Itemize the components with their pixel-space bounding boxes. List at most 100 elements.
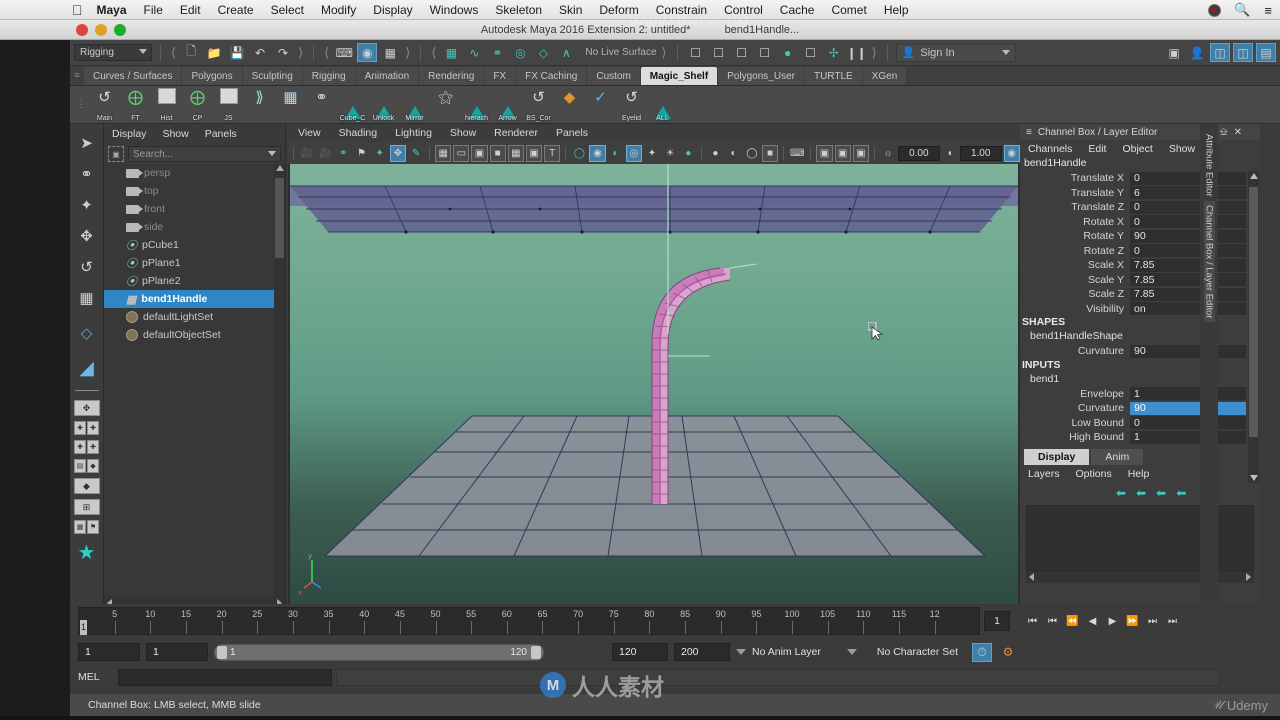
attr-row-low-bound[interactable]: Low Bound 0 xyxy=(1020,416,1260,431)
shelf-button-orange-diamond[interactable]: ◆ xyxy=(555,88,584,122)
attr-value[interactable]: 1 xyxy=(1130,430,1246,444)
outliner-item-top[interactable]: top xyxy=(104,182,285,200)
minimize-button[interactable] xyxy=(95,24,107,36)
panel-grip-icon[interactable]: ≡ xyxy=(1026,127,1032,138)
step-forward-key-icon[interactable]: ⏭ xyxy=(1144,613,1161,630)
scroll-up-icon[interactable] xyxy=(276,165,284,171)
image-plane-icon[interactable]: ⚑ xyxy=(353,145,369,162)
layer-list[interactable] xyxy=(1026,504,1254,571)
shelf-tab-custom[interactable]: Custom xyxy=(587,67,640,85)
single-perspective-layout[interactable]: ✥ xyxy=(73,400,100,416)
shelf-tab-polygons-user[interactable]: Polygons_User xyxy=(718,67,804,85)
wireframe-icon[interactable]: ◯ xyxy=(571,145,587,162)
outliner-item-defaultlightset[interactable]: defaultLightSet xyxy=(104,308,285,326)
scroll-right-icon[interactable] xyxy=(1246,572,1251,581)
attr-row-envelope[interactable]: Envelope 1 xyxy=(1020,387,1260,402)
attr-value[interactable]: 90 xyxy=(1130,229,1246,243)
gamma-value[interactable]: 1.00 xyxy=(959,145,1002,161)
end-time-field[interactable]: 200 xyxy=(674,643,730,661)
play-forwards-icon[interactable]: ▶ xyxy=(1104,613,1121,630)
outliner-item-defaultobjectset[interactable]: defaultObjectSet xyxy=(104,326,285,344)
two-d-pan-zoom-icon[interactable]: ✥ xyxy=(389,144,406,162)
shelf-grip-icon[interactable]: ≡ xyxy=(70,65,84,85)
select-object-icon[interactable]: ◉ xyxy=(357,43,378,62)
attr-value[interactable]: 0 xyxy=(1130,416,1246,430)
shelf-tab-animation[interactable]: Animation xyxy=(355,67,419,85)
grid-icon[interactable]: ▦ xyxy=(435,144,452,162)
grid-layout-icon[interactable]: ▦ xyxy=(74,520,86,534)
scrollbar-thumb[interactable] xyxy=(1249,187,1258,437)
three-pane-layout[interactable]: ⊞ xyxy=(73,499,100,515)
channel-box-menu-object[interactable]: Object xyxy=(1122,143,1152,155)
playback-end-field[interactable]: 120 xyxy=(612,643,668,661)
attr-row-scale-x[interactable]: Scale X 7.85 xyxy=(1020,258,1260,273)
gamma-icon[interactable]: ◖ xyxy=(942,145,958,162)
shelf-button-hierach[interactable]: hierach xyxy=(462,88,491,122)
render-settings-icon[interactable]: ☐ xyxy=(755,43,775,62)
go-to-end-icon[interactable]: ⏭ xyxy=(1164,613,1181,630)
outliner-item-front[interactable]: front xyxy=(104,200,285,218)
xray-active-components-icon[interactable]: ▣ xyxy=(852,144,869,162)
depth-of-field-icon[interactable]: ■ xyxy=(761,144,779,162)
shaded-wireframe-icon[interactable]: ◎ xyxy=(625,144,642,162)
filter-icon[interactable]: ▣ xyxy=(108,146,124,162)
snap-to-curve-icon[interactable]: ∿ xyxy=(464,43,484,62)
search-icon[interactable]: 🔍 xyxy=(1234,2,1250,18)
new-layer-from-selected-icon[interactable]: ⬅ xyxy=(1136,486,1146,500)
paint-effects-brush-icon[interactable]: ★ xyxy=(74,539,100,565)
shelf-button-cp[interactable]: ⨁ CP xyxy=(183,88,212,122)
go-to-start-icon[interactable]: ⏮ xyxy=(1024,613,1041,630)
menu-item-comet[interactable]: Comet xyxy=(831,3,866,17)
attr-value[interactable]: 7.85 xyxy=(1130,273,1246,287)
viewport-menu-shading[interactable]: Shading xyxy=(339,127,378,139)
layer-next-icon[interactable]: ⬅ xyxy=(1176,486,1186,500)
open-scene-icon[interactable]: 📁 xyxy=(204,43,224,62)
hypergraph-layout[interactable]: ✚ xyxy=(87,440,99,454)
shadows-icon[interactable]: ● xyxy=(680,145,696,162)
command-input[interactable] xyxy=(118,668,332,686)
menu-item-skeleton[interactable]: Skeleton xyxy=(495,3,542,17)
construction-history-icon[interactable]: ☐ xyxy=(686,43,706,62)
redo-icon[interactable]: ↷ xyxy=(273,43,293,62)
attr-row-translate-z[interactable]: Translate Z 0 xyxy=(1020,200,1260,215)
range-slider-track[interactable]: 1 120 xyxy=(214,643,544,661)
zoom-button[interactable] xyxy=(114,24,126,36)
outliner-item-side[interactable]: side xyxy=(104,218,285,236)
tab-display-layers[interactable]: Display xyxy=(1024,448,1090,465)
bookmark-camera-icon[interactable]: ⚭ xyxy=(335,145,351,162)
show-manipulator-tool[interactable]: ◢ xyxy=(74,355,100,381)
scroll-down-icon[interactable] xyxy=(1250,475,1258,481)
outliner-item-pplane2[interactable]: ⦿ pPlane2 xyxy=(104,272,285,290)
undock-icon[interactable]: ⎒ xyxy=(1220,127,1228,138)
single-pane-layout[interactable]: ◆ xyxy=(73,478,100,494)
select-tool[interactable]: ➤ xyxy=(74,130,100,156)
shelf-button-lattice[interactable]: ▦ xyxy=(276,88,305,122)
step-forward-frame-icon[interactable]: ⏩ xyxy=(1124,613,1141,630)
new-layer-icon[interactable]: ⬅ xyxy=(1116,486,1126,500)
resolution-gate-icon[interactable]: ▣ xyxy=(471,144,488,162)
exposure-value[interactable]: 0.00 xyxy=(897,145,940,161)
scroll-left-icon[interactable] xyxy=(1029,572,1034,581)
attr-value-selected[interactable]: 90 xyxy=(1130,401,1246,415)
outliner-persp-layout[interactable]: ✚ xyxy=(74,440,86,454)
range-end-handle[interactable] xyxy=(531,645,541,659)
close-button[interactable] xyxy=(76,24,88,36)
menu-item-windows[interactable]: Windows xyxy=(430,3,479,17)
ipr-render-icon[interactable]: ☐ xyxy=(732,43,752,62)
snap-to-point-icon[interactable]: ⚭ xyxy=(487,43,507,62)
shelf-button-unlock[interactable]: Unlock xyxy=(369,88,398,122)
outliner-item-pplane1[interactable]: ⦿ pPlane1 xyxy=(104,254,285,272)
record-icon[interactable] xyxy=(1209,4,1221,16)
channel-box-menu-show[interactable]: Show xyxy=(1169,143,1195,155)
viewport-menu-lighting[interactable]: Lighting xyxy=(395,127,432,139)
outliner-menu-display[interactable]: Display xyxy=(112,128,146,140)
animation-preferences-icon[interactable]: ⚙ xyxy=(998,643,1018,662)
screen-space-ao-icon[interactable]: ● xyxy=(707,145,723,162)
shelf-button-bs-cor[interactable]: ↺ BS_Cor xyxy=(524,88,553,122)
two-pane-layout[interactable]: ✚ xyxy=(87,421,99,435)
dock-tab-attribute-editor[interactable]: Attribute Editor xyxy=(1204,130,1215,201)
attr-value[interactable]: 1 xyxy=(1130,387,1246,401)
range-start-handle[interactable] xyxy=(217,645,227,659)
menu-item-file[interactable]: File xyxy=(144,3,163,17)
channel-box-scrollbar[interactable] xyxy=(1248,171,1259,483)
